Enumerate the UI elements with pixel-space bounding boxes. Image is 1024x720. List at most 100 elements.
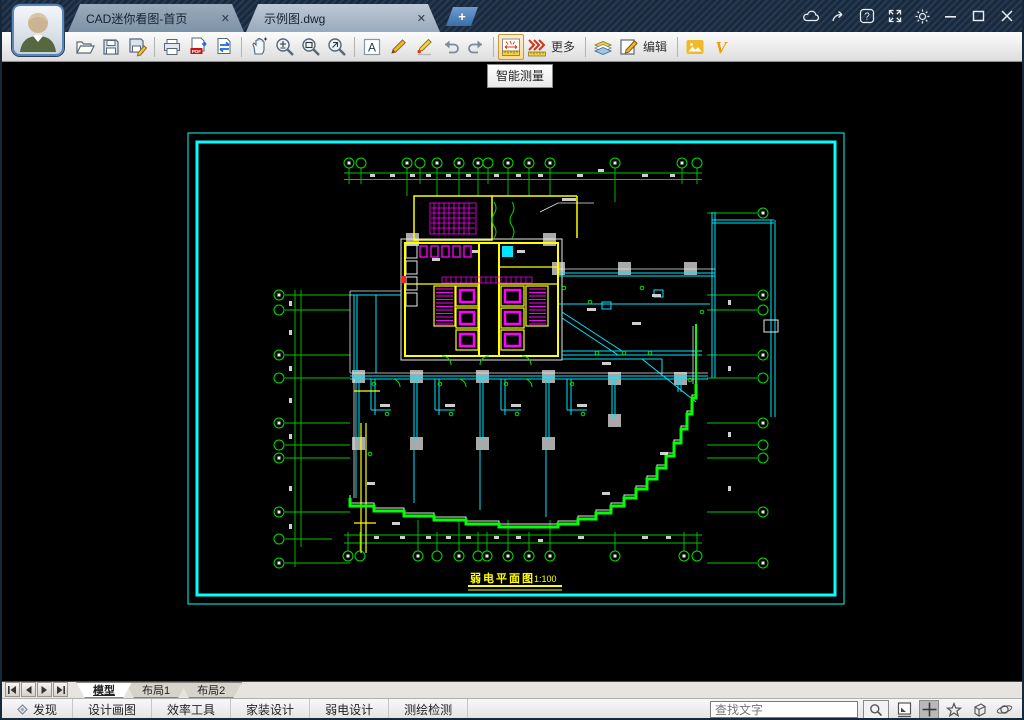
zoom-window-button[interactable] (298, 34, 324, 60)
snap-button[interactable] (894, 700, 914, 719)
open-button[interactable] (72, 34, 98, 60)
cube-icon (971, 702, 987, 718)
pan-button[interactable] (246, 34, 272, 60)
image-folder-icon (684, 36, 706, 58)
orbit-icon (996, 702, 1013, 717)
grid-bubbles (274, 158, 768, 568)
sheet-last-button[interactable] (53, 682, 68, 697)
toolbar: PDF A 更多 编辑 V (2, 32, 1022, 62)
print-button[interactable] (159, 34, 185, 60)
new-tab-button[interactable]: + (446, 7, 478, 26)
toolbar-separator (354, 37, 355, 57)
zoom-extents-icon (326, 36, 348, 58)
toolbar-separator (154, 37, 155, 57)
pencil-button[interactable] (385, 34, 411, 60)
stair-hatch-left (436, 289, 453, 324)
snap-corner-icon (897, 702, 912, 718)
tab-drawing[interactable]: 示例图.dwg ✕ (246, 4, 440, 32)
search-button[interactable] (863, 700, 889, 719)
diamond-icon (17, 704, 28, 715)
tab-home-close-icon[interactable]: ✕ (221, 12, 230, 25)
marker-pen-icon (414, 36, 435, 57)
crosshair-button[interactable] (919, 700, 939, 719)
efficiency-tools-button[interactable]: 效率工具 (152, 699, 231, 720)
measure-more-button[interactable] (524, 34, 550, 60)
fullscreen-icon[interactable] (885, 7, 904, 26)
zoom-inout-button[interactable] (272, 34, 298, 60)
sheet-prev-button[interactable] (21, 682, 36, 697)
zoom-in-out-icon (274, 36, 296, 58)
save-as-button[interactable] (124, 34, 150, 60)
tab-home-label: CAD迷你看图-首页 (86, 10, 187, 27)
undo-button[interactable] (437, 34, 463, 60)
sheet-tab-layout1[interactable]: 布局1 (125, 682, 187, 698)
survey-detect-button[interactable]: 测绘检测 (389, 699, 468, 720)
building-plan (289, 169, 778, 553)
printer-icon (162, 37, 182, 57)
minimize-icon[interactable] (941, 7, 960, 26)
convert-icon (214, 36, 235, 57)
window-controls: ? (801, 0, 1016, 32)
favorite-button[interactable] (944, 700, 964, 719)
convert-button[interactable] (211, 34, 237, 60)
settings-gear-icon[interactable] (913, 7, 932, 26)
cloud-icon[interactable] (801, 7, 820, 26)
help-icon[interactable]: ? (857, 7, 876, 26)
stair-hatch-right (529, 289, 546, 324)
sheet-first-button[interactable] (5, 682, 20, 697)
redo-button[interactable] (463, 34, 489, 60)
design-draw-button[interactable]: 设计画图 (73, 699, 152, 720)
svg-text:PDF: PDF (191, 49, 200, 54)
pdf-export-icon: PDF (188, 36, 209, 57)
user-avatar[interactable] (12, 4, 64, 56)
cube-3d-button[interactable] (969, 700, 989, 719)
tab-drawing-close-icon[interactable]: ✕ (417, 12, 426, 25)
smart-measure-tooltip: 智能测量 (487, 64, 553, 88)
title-block: 弱电平面图 1:100 (468, 571, 562, 590)
layers-icon (592, 36, 614, 58)
edit-label[interactable]: 编辑 (643, 38, 667, 55)
discover-button[interactable]: 发现 (2, 699, 73, 720)
text-button[interactable]: A (359, 34, 385, 60)
marker-button[interactable] (411, 34, 437, 60)
crosshair-icon (922, 702, 937, 717)
toolbar-separator (677, 37, 678, 57)
edit-icon (618, 36, 640, 58)
zoom-extents-button[interactable] (324, 34, 350, 60)
export-pdf-button[interactable]: PDF (185, 34, 211, 60)
elevator-shafts (460, 290, 520, 346)
orbit-button[interactable] (994, 700, 1014, 719)
tab-drawing-label: 示例图.dwg (264, 10, 325, 27)
find-text-input[interactable] (710, 701, 858, 718)
sheet-tab-layout2[interactable]: 布局2 (180, 682, 242, 698)
cad-drawing[interactable]: 弱电平面图 1:100 (2, 62, 1022, 681)
sheet-next-button[interactable] (37, 682, 52, 697)
save-icon (101, 37, 121, 57)
save-button[interactable] (98, 34, 124, 60)
edit-button[interactable] (616, 34, 642, 60)
toolbar-separator (585, 37, 586, 57)
svg-text:V: V (715, 38, 728, 57)
person-icon (14, 6, 62, 54)
measure-button[interactable] (498, 34, 524, 60)
weak-current-button[interactable]: 弱电设计 (310, 699, 389, 720)
close-icon[interactable] (997, 7, 1016, 26)
sheet-tab-model[interactable]: 模型 (76, 682, 132, 698)
layers-button[interactable] (590, 34, 616, 60)
v-logo-icon[interactable]: V (708, 34, 734, 60)
stair-hatch-top (430, 203, 476, 234)
status-bar: 发现 设计画图 效率工具 家装设计 弱电设计 测绘检测 (2, 698, 1022, 720)
app-window: CAD迷你看图-首页 ✕ 示例图.dwg ✕ + ? (0, 0, 1024, 720)
save-as-icon (127, 36, 148, 57)
home-design-button[interactable]: 家装设计 (231, 699, 310, 720)
tab-home[interactable]: CAD迷你看图-首页 ✕ (68, 4, 244, 32)
pencil-icon (388, 36, 409, 57)
drawing-canvas[interactable]: 智能测量 (2, 62, 1022, 681)
gallery-button[interactable] (682, 34, 708, 60)
maximize-icon[interactable] (969, 7, 988, 26)
share-icon[interactable] (829, 7, 848, 26)
drawing-title: 弱电平面图 (470, 571, 535, 585)
svg-text:A: A (368, 40, 376, 54)
measure-more-icon (526, 36, 548, 58)
measure-more-label[interactable]: 更多 (551, 38, 575, 55)
